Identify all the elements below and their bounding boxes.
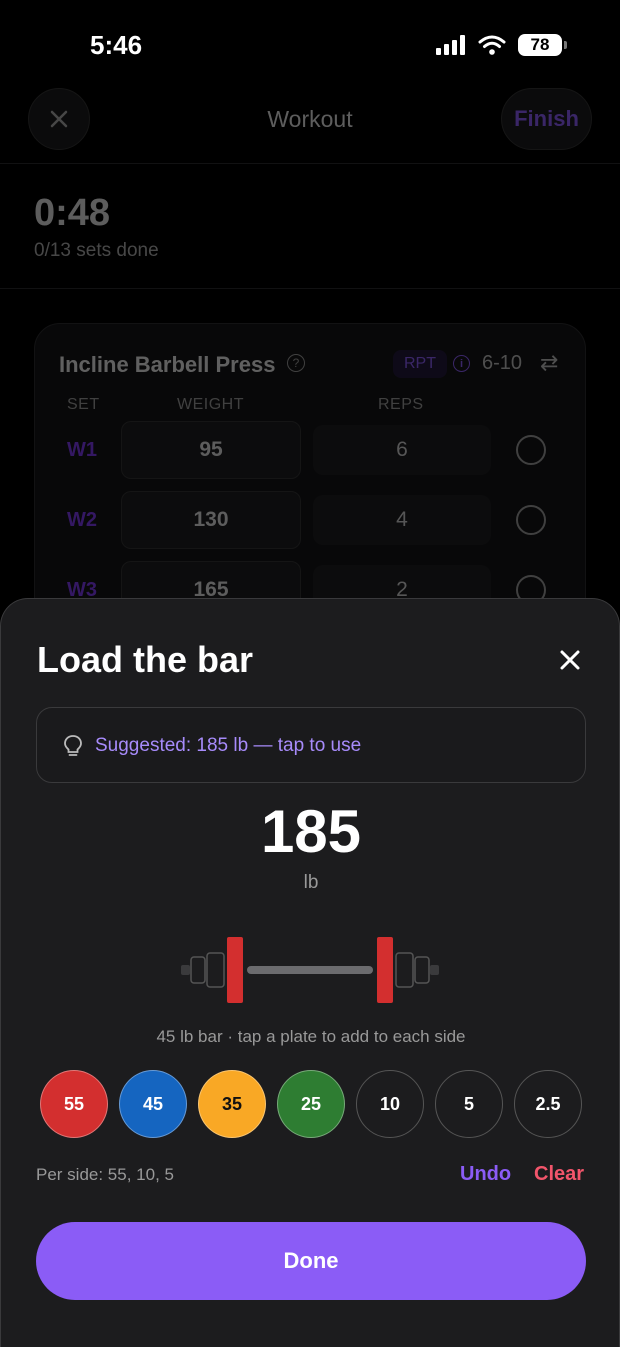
help-icon[interactable]: ? — [287, 354, 305, 372]
bar-shaft — [247, 966, 373, 974]
nav-bar: Workout Finish — [0, 88, 620, 150]
sheet-title: Load the bar — [37, 639, 254, 680]
done-button[interactable]: Done — [36, 1222, 586, 1300]
column-header-reps: REPS — [378, 396, 424, 413]
wifi-icon — [478, 35, 506, 55]
info-icon[interactable]: i — [453, 355, 470, 372]
set-row: W2 130 4 — [35, 491, 587, 549]
load-bar-sheet: Load the bar Suggested: 185 lb — tap to … — [0, 598, 620, 1347]
suggestion-button[interactable]: Suggested: 185 lb — tap to use — [36, 707, 586, 783]
column-header-set: SET — [67, 396, 100, 413]
total-weight: 185 — [260, 798, 362, 865]
set-label: W1 — [67, 439, 97, 461]
swap-icon[interactable]: ⇄ — [540, 350, 558, 376]
set-complete-checkbox[interactable] — [516, 505, 546, 535]
exercise-name[interactable]: Incline Barbell Press — [59, 352, 275, 378]
set-complete-checkbox[interactable] — [516, 435, 546, 465]
plate-button-10[interactable]: 10 — [356, 1070, 424, 1138]
reps-input[interactable]: 4 — [313, 495, 491, 545]
plate-button-2-5[interactable]: 2.5 — [514, 1070, 582, 1138]
plate-picker: 55 45 35 25 10 5 2.5 — [40, 1070, 582, 1138]
finish-button[interactable]: Finish — [501, 88, 592, 150]
plate-button-35[interactable]: 35 — [198, 1070, 266, 1138]
rep-range: 6-10 — [482, 352, 523, 374]
bar-caption: 45 lb bar · tap a plate to add to each s… — [156, 1027, 466, 1046]
close-icon — [560, 650, 580, 670]
lightbulb-icon — [64, 735, 82, 756]
workout-timer: 0:48 — [34, 192, 111, 234]
sets-done-text: 0/13 sets done — [34, 240, 159, 261]
weight-input[interactable]: 95 — [121, 421, 301, 479]
status-bar: 5:46 78 — [0, 0, 620, 90]
plate-10-right — [395, 952, 414, 988]
divider — [0, 163, 620, 164]
reps-input[interactable]: 6 — [313, 425, 491, 475]
battery-icon: 78 — [518, 34, 567, 56]
plate-55-right — [377, 937, 393, 1003]
plate-button-25[interactable]: 25 — [277, 1070, 345, 1138]
rep-scheme-badge[interactable]: RPT — [393, 350, 447, 378]
undo-button[interactable]: Undo — [460, 1163, 511, 1186]
weight-input[interactable]: 130 — [121, 491, 301, 549]
status-icons: 78 — [436, 34, 567, 56]
suggestion-text: Suggested: 185 lb — tap to use — [95, 735, 362, 756]
plate-5-right — [414, 956, 430, 984]
barbell-diagram — [181, 937, 439, 1003]
plate-55-left — [227, 937, 243, 1003]
plate-5-left — [190, 956, 206, 984]
divider — [0, 288, 620, 289]
bar-end-right — [430, 965, 439, 975]
exercise-card: Incline Barbell Press ? RPT i 6-10 ⇄ SET… — [34, 323, 586, 643]
per-side-summary: Per side: 55, 10, 5 — [36, 1165, 174, 1184]
status-time: 5:46 — [90, 30, 143, 60]
cellular-signal-icon — [436, 35, 465, 55]
clear-button[interactable]: Clear — [534, 1163, 584, 1186]
plate-10-left — [206, 952, 225, 988]
plate-button-45[interactable]: 45 — [119, 1070, 187, 1138]
plate-button-5[interactable]: 5 — [435, 1070, 503, 1138]
set-row: W1 95 6 — [35, 421, 587, 479]
bar-end-left — [181, 965, 190, 975]
close-sheet-button[interactable] — [553, 643, 587, 677]
weight-unit: lb — [303, 872, 319, 893]
plate-button-55[interactable]: 55 — [40, 1070, 108, 1138]
column-header-weight: WEIGHT — [177, 396, 244, 413]
set-label: W2 — [67, 509, 97, 531]
